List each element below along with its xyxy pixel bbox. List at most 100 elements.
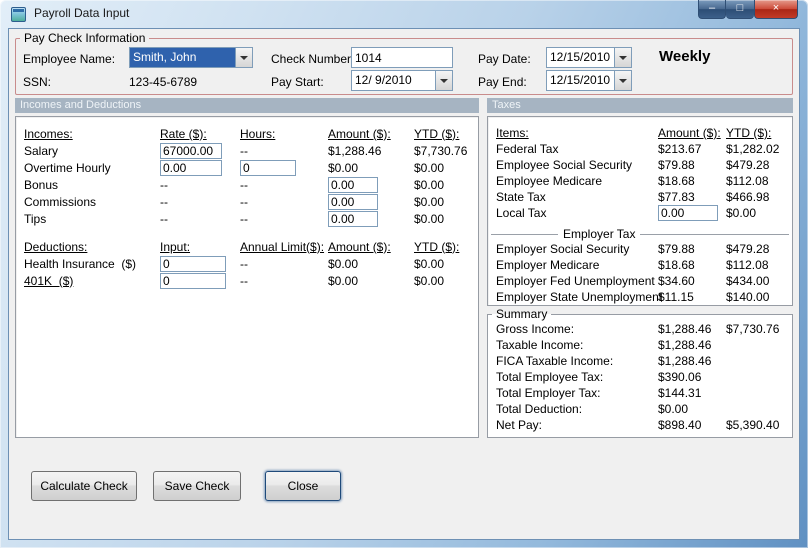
bonus-amount-input[interactable] xyxy=(328,176,378,193)
tax-ytd: $1,282.02 xyxy=(726,142,780,156)
income-label: Tips xyxy=(24,211,47,226)
overtime-rate-input[interactable] xyxy=(160,159,222,176)
close-button[interactable]: Close xyxy=(265,471,341,501)
tax-amount: $18.68 xyxy=(658,174,695,188)
deduction-401k-label[interactable]: 401K ($) xyxy=(24,274,160,288)
check-number-input[interactable] xyxy=(351,47,453,68)
tax-ytd: $479.28 xyxy=(726,158,770,172)
tax-ytd: $112.08 xyxy=(726,174,769,188)
summary-label: Taxable Income: xyxy=(496,338,584,352)
minimize-button[interactable]: – xyxy=(698,0,726,19)
pay-frequency-label: Weekly xyxy=(659,48,711,65)
calculate-check-button[interactable]: Calculate Check xyxy=(31,471,137,501)
chevron-down-icon xyxy=(440,78,448,83)
tax-ytd: $112.08 xyxy=(726,258,769,272)
ssn-value: 123-45-6789 xyxy=(129,75,198,89)
salary-rate-input[interactable] xyxy=(160,142,222,159)
pay-end-value: 12/15/2010 xyxy=(550,73,611,87)
income-ytd: $0.00 xyxy=(414,160,445,175)
tax-amount: $79.88 xyxy=(658,242,695,256)
deductions-col-input: Input: xyxy=(160,239,191,254)
local-tax-input[interactable] xyxy=(658,205,718,221)
incomes-col-rate: Rate ($): xyxy=(160,126,207,141)
income-hours: -- xyxy=(240,143,248,158)
tax-row-employer-state-unemployment: Employer State Unemployment $11.15 $140.… xyxy=(488,289,792,305)
deduction-annual-limit: -- xyxy=(240,273,248,288)
deduction-row-health-insurance: Health Insurance ($) -- $0.00 $0.00 xyxy=(16,255,478,272)
pay-start-dropdown-button[interactable] xyxy=(435,71,452,90)
deductions-header-row: Deductions: Input: Annual Limit($): Amou… xyxy=(16,238,478,255)
save-check-button[interactable]: Save Check xyxy=(153,471,241,501)
summary-row-gross-income: Gross Income: $1,288.46 $7,730.76 xyxy=(488,321,792,337)
summary-label: Gross Income: xyxy=(496,322,575,336)
tax-amount: $11.15 xyxy=(658,290,694,304)
close-icon: × xyxy=(772,1,780,14)
tax-ytd: $479.28 xyxy=(726,242,770,256)
tax-amount: $213.67 xyxy=(658,142,702,156)
close-window-button[interactable]: × xyxy=(754,0,798,19)
summary-group: Summary Gross Income: $1,288.46 $7,730.7… xyxy=(487,307,793,438)
summary-amount: $390.06 xyxy=(658,370,702,384)
chevron-down-icon xyxy=(619,55,627,60)
tax-row-employer-fed-unemployment: Employer Fed Unemployment $34.60 $434.00 xyxy=(488,273,792,289)
401k-input[interactable] xyxy=(160,272,226,289)
deduction-amount: $0.00 xyxy=(328,273,359,288)
taxes-col-item: Items: xyxy=(496,126,529,140)
income-ytd: $0.00 xyxy=(414,211,445,226)
employee-name-dropdown-button[interactable] xyxy=(235,48,252,67)
pay-start-picker[interactable]: 12/ 9/2010 xyxy=(351,70,453,91)
commissions-amount-input[interactable] xyxy=(328,193,378,210)
summary-label: FICA Taxable Income: xyxy=(496,354,614,368)
tips-amount-input[interactable] xyxy=(328,210,378,227)
pay-end-dropdown-button[interactable] xyxy=(614,71,631,90)
income-ytd: $0.00 xyxy=(414,194,445,209)
titlebar[interactable]: Payroll Data Input – □ × xyxy=(0,0,808,28)
employer-tax-divider: Employer Tax xyxy=(488,227,792,241)
tax-row-local: Local Tax $0.00 xyxy=(488,205,792,221)
tax-ytd: $140.00 xyxy=(726,290,770,304)
income-ytd: $7,730.76 xyxy=(414,143,468,158)
tax-row-state: State Tax $77.83 $466.98 xyxy=(488,189,792,205)
summary-ytd: $7,730.76 xyxy=(726,322,780,336)
summary-amount: $144.31 xyxy=(658,386,702,400)
incomes-header-row: Incomes: Rate ($): Hours: Amount ($): YT… xyxy=(16,125,478,142)
tax-amount: $79.88 xyxy=(658,158,695,172)
summary-label: Total Employee Tax: xyxy=(496,370,604,384)
income-hours: -- xyxy=(240,177,248,192)
summary-amount: $898.40 xyxy=(658,418,702,432)
pay-end-picker[interactable]: 12/15/2010 xyxy=(546,70,632,91)
summary-row-taxable-income: Taxable Income: $1,288.46 xyxy=(488,337,792,353)
employee-name-select[interactable]: Smith, John xyxy=(129,47,253,68)
tax-row-employee-social-security: Employee Social Security $79.88 $479.28 xyxy=(488,157,792,173)
income-row-salary: Salary -- $1,288.46 $7,730.76 xyxy=(16,142,478,159)
summary-label: Total Employer Tax: xyxy=(496,386,601,400)
form-client-area: Pay Check Information Employee Name: Smi… xyxy=(8,28,800,540)
pay-start-value: 12/ 9/2010 xyxy=(355,73,412,87)
tax-label: Employee Medicare xyxy=(496,174,603,188)
deduction-ytd: $0.00 xyxy=(414,273,445,288)
pay-end-label: Pay End: xyxy=(478,75,527,89)
incomes-deductions-panel: Incomes: Rate ($): Hours: Amount ($): YT… xyxy=(15,116,479,438)
income-rate: -- xyxy=(160,211,168,226)
employee-name-value: Smith, John xyxy=(130,48,235,67)
deduction-amount: $0.00 xyxy=(328,256,359,271)
pay-date-picker[interactable]: 12/15/2010 xyxy=(546,47,632,68)
health-insurance-input[interactable] xyxy=(160,255,226,272)
maximize-icon: □ xyxy=(736,1,744,14)
pay-date-dropdown-button[interactable] xyxy=(614,48,631,67)
tax-ytd: $434.00 xyxy=(726,274,770,288)
tax-label: Employee Social Security xyxy=(496,158,633,172)
income-ytd: $0.00 xyxy=(414,177,445,192)
tax-row-employee-medicare: Employee Medicare $18.68 $112.08 xyxy=(488,173,792,189)
income-row-tips: Tips -- -- $0.00 xyxy=(16,210,478,227)
tax-amount: $18.68 xyxy=(658,258,695,272)
employee-name-label: Employee Name: xyxy=(23,52,116,66)
maximize-button[interactable]: □ xyxy=(726,0,754,19)
tax-label: Employer State Unemployment xyxy=(496,290,663,304)
overtime-hours-input[interactable] xyxy=(240,159,296,176)
tax-row-employer-social-security: Employer Social Security $79.88 $479.28 xyxy=(488,241,792,257)
taxes-panel: Items: Amount ($): YTD ($): Federal Tax … xyxy=(487,116,793,306)
pay-date-value: 12/15/2010 xyxy=(550,50,611,64)
tax-amount: $34.60 xyxy=(658,274,695,288)
paycheck-info-legend: Pay Check Information xyxy=(24,31,146,45)
